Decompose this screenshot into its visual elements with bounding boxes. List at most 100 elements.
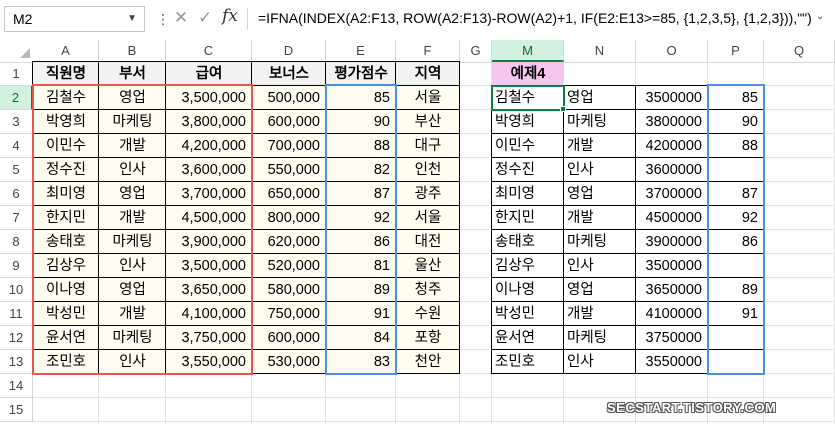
column-header-n[interactable]: N — [564, 40, 636, 62]
result-dept[interactable]: 마케팅 — [564, 326, 636, 350]
cell-region[interactable]: 수원 — [396, 302, 460, 326]
expand-formula-icon[interactable]: ⌄ — [816, 11, 824, 22]
result-dept[interactable]: 인사 — [564, 350, 636, 374]
row-header-14[interactable]: 14 — [0, 374, 33, 398]
name-box[interactable]: M2 ▼ — [4, 6, 145, 32]
chevron-down-icon[interactable]: ▼ — [127, 7, 137, 31]
result-dept[interactable]: 인사 — [564, 158, 636, 182]
cell-bonus[interactable]: 750,000 — [252, 302, 326, 326]
result-salary[interactable]: 4100000 — [636, 302, 708, 326]
cell-bonus[interactable]: 530,000 — [252, 350, 326, 374]
result-salary[interactable]: 3900000 — [636, 230, 708, 254]
result-salary[interactable]: 3650000 — [636, 278, 708, 302]
fill-handle[interactable] — [560, 106, 566, 112]
cell-region[interactable]: 울산 — [396, 254, 460, 278]
header-score[interactable]: 평가점수 — [326, 62, 396, 86]
result-name[interactable]: 윤서연 — [492, 326, 564, 350]
row-header-6[interactable]: 6 — [0, 182, 33, 206]
result-dept[interactable]: 영업 — [564, 278, 636, 302]
column-header-a[interactable]: A — [33, 40, 99, 62]
cell-bonus[interactable]: 600,000 — [252, 110, 326, 134]
column-header-p[interactable]: P — [708, 40, 764, 62]
example-label[interactable]: 예제4 — [492, 62, 564, 86]
column-header-b[interactable]: B — [99, 40, 166, 62]
cell-region[interactable]: 청주 — [396, 278, 460, 302]
more-options-icon[interactable]: ⋮ — [156, 12, 170, 26]
header-dept[interactable]: 부서 — [99, 62, 166, 86]
column-header-f[interactable]: F — [396, 40, 460, 62]
row-header-12[interactable]: 12 — [0, 326, 33, 350]
result-name[interactable]: 김상우 — [492, 254, 564, 278]
column-header-c[interactable]: C — [166, 40, 252, 62]
cell-region[interactable]: 서울 — [396, 86, 460, 110]
column-header-g[interactable]: G — [460, 40, 492, 62]
insert-function-icon[interactable]: fx — [222, 6, 238, 26]
row-header-4[interactable]: 4 — [0, 134, 33, 158]
header-salary[interactable]: 급여 — [166, 62, 252, 86]
row-header-13[interactable]: 13 — [0, 350, 33, 374]
row-header-2[interactable]: 2 — [0, 86, 33, 110]
result-dept[interactable]: 인사 — [564, 254, 636, 278]
result-name[interactable]: 박영희 — [492, 110, 564, 134]
result-dept[interactable]: 영업 — [564, 86, 636, 110]
result-dept[interactable]: 영업 — [564, 182, 636, 206]
active-cell[interactable] — [491, 85, 565, 111]
row-header-5[interactable]: 5 — [0, 158, 33, 182]
cell-region[interactable]: 대전 — [396, 230, 460, 254]
row-header-7[interactable]: 7 — [0, 206, 33, 230]
result-name[interactable]: 최미영 — [492, 182, 564, 206]
enter-icon[interactable]: ✓ — [198, 8, 212, 28]
column-header-e[interactable]: E — [326, 40, 396, 62]
result-dept[interactable]: 마케팅 — [564, 110, 636, 134]
header-region[interactable]: 지역 — [396, 62, 460, 86]
result-salary[interactable]: 3500000 — [636, 254, 708, 278]
cell-bonus[interactable]: 520,000 — [252, 254, 326, 278]
result-salary[interactable]: 3550000 — [636, 350, 708, 374]
result-dept[interactable]: 개발 — [564, 206, 636, 230]
row-header-11[interactable]: 11 — [0, 302, 33, 326]
cell-region[interactable]: 광주 — [396, 182, 460, 206]
header-bonus[interactable]: 보너스 — [252, 62, 326, 86]
result-salary[interactable]: 3800000 — [636, 110, 708, 134]
result-dept[interactable]: 개발 — [564, 134, 636, 158]
row-header-15[interactable]: 15 — [0, 398, 33, 422]
column-header-d[interactable]: D — [252, 40, 326, 62]
row-header-8[interactable]: 8 — [0, 230, 33, 254]
row-header-1[interactable]: 1 — [0, 62, 33, 86]
cell-bonus[interactable]: 800,000 — [252, 206, 326, 230]
cell-bonus[interactable]: 700,000 — [252, 134, 326, 158]
select-all-icon[interactable] — [20, 48, 30, 58]
result-dept[interactable]: 개발 — [564, 302, 636, 326]
cell-region[interactable]: 서울 — [396, 206, 460, 230]
cell-region[interactable]: 부산 — [396, 110, 460, 134]
result-salary[interactable]: 4500000 — [636, 206, 708, 230]
result-name[interactable]: 송태호 — [492, 230, 564, 254]
cell-region[interactable]: 대구 — [396, 134, 460, 158]
result-name[interactable]: 박성민 — [492, 302, 564, 326]
cell-region[interactable]: 포항 — [396, 326, 460, 350]
result-salary[interactable]: 3600000 — [636, 158, 708, 182]
header-name[interactable]: 직원명 — [33, 62, 99, 86]
row-header-10[interactable]: 10 — [0, 278, 33, 302]
cell-region[interactable]: 천안 — [396, 350, 460, 374]
cell-region[interactable]: 인천 — [396, 158, 460, 182]
cell-bonus[interactable]: 580,000 — [252, 278, 326, 302]
result-salary[interactable]: 4200000 — [636, 134, 708, 158]
cell-bonus[interactable]: 620,000 — [252, 230, 326, 254]
cell-bonus[interactable]: 650,000 — [252, 182, 326, 206]
result-dept[interactable]: 마케팅 — [564, 230, 636, 254]
column-header-q[interactable]: Q — [764, 40, 835, 62]
result-salary[interactable]: 3750000 — [636, 326, 708, 350]
result-name[interactable]: 한지민 — [492, 206, 564, 230]
cell-bonus[interactable]: 500,000 — [252, 86, 326, 110]
cancel-icon[interactable]: ✕ — [174, 8, 188, 28]
formula-input[interactable]: =IFNA(INDEX(A2:F13, ROW(A2:F13)-ROW(A2)+… — [258, 10, 812, 26]
row-header-9[interactable]: 9 — [0, 254, 33, 278]
result-salary[interactable]: 3500000 — [636, 86, 708, 110]
cell-bonus[interactable]: 550,000 — [252, 158, 326, 182]
row-header-3[interactable]: 3 — [0, 110, 33, 134]
result-name[interactable]: 정수진 — [492, 158, 564, 182]
cell-bonus[interactable]: 600,000 — [252, 326, 326, 350]
result-name[interactable]: 조민호 — [492, 350, 564, 374]
column-header-m[interactable]: M — [492, 40, 564, 62]
